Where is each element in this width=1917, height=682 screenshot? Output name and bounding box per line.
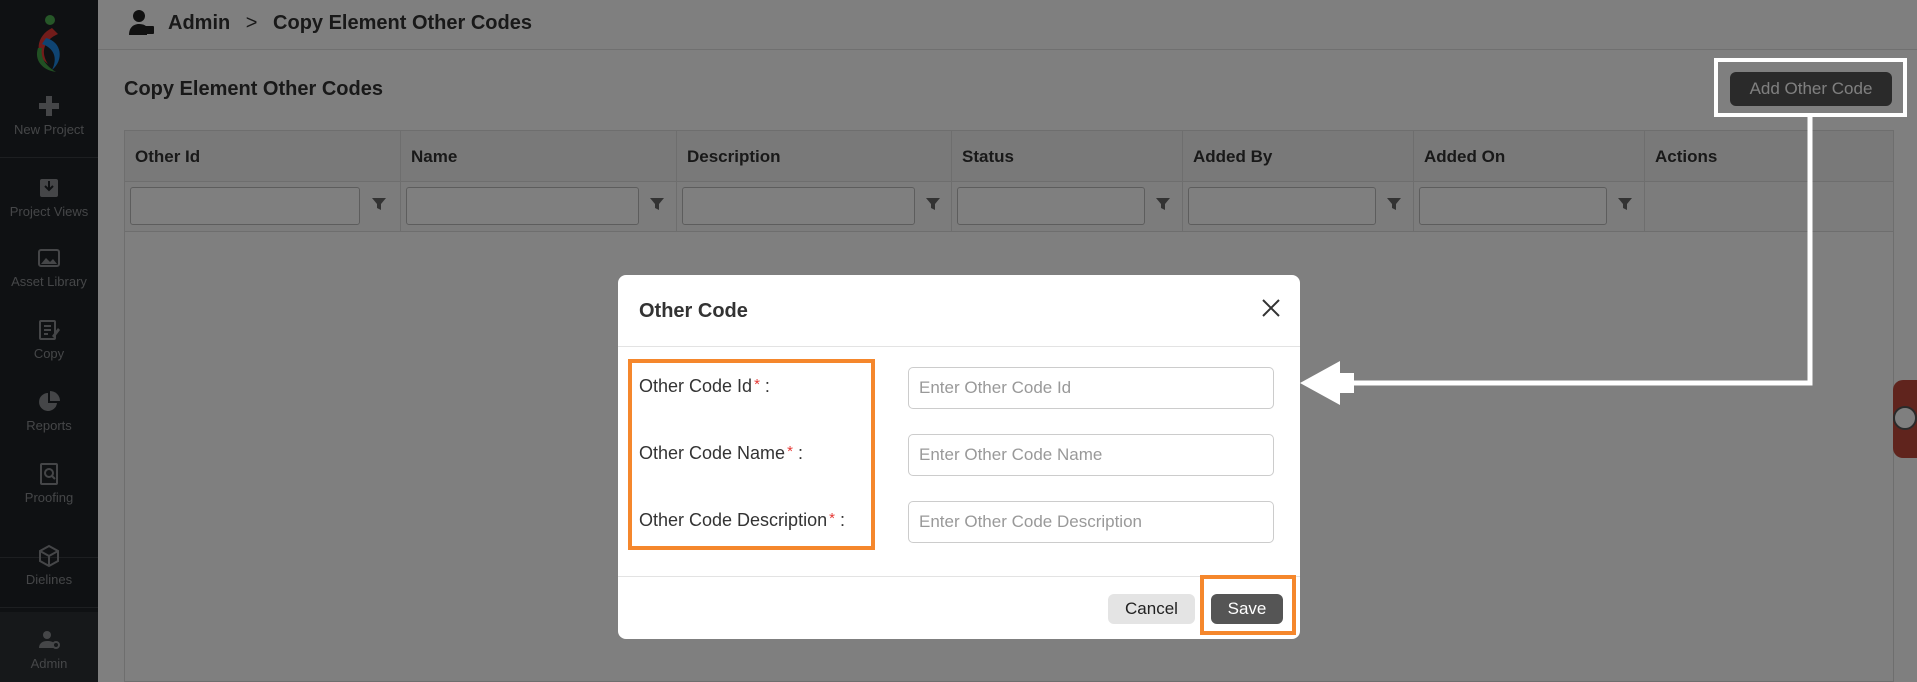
modal-divider [618,346,1300,347]
annotation-highlight [1714,58,1907,117]
other-code-description-input[interactable] [908,501,1274,543]
cancel-button[interactable]: Cancel [1108,594,1195,624]
modal-title: Other Code [639,300,748,322]
modal-divider [618,576,1300,577]
annotation-arrow [1300,115,1813,405]
other-code-id-input[interactable] [908,367,1274,409]
close-icon[interactable] [1260,297,1282,319]
other-code-name-input[interactable] [908,434,1274,476]
annotation-highlight [628,359,875,550]
annotation-highlight [1200,575,1296,635]
